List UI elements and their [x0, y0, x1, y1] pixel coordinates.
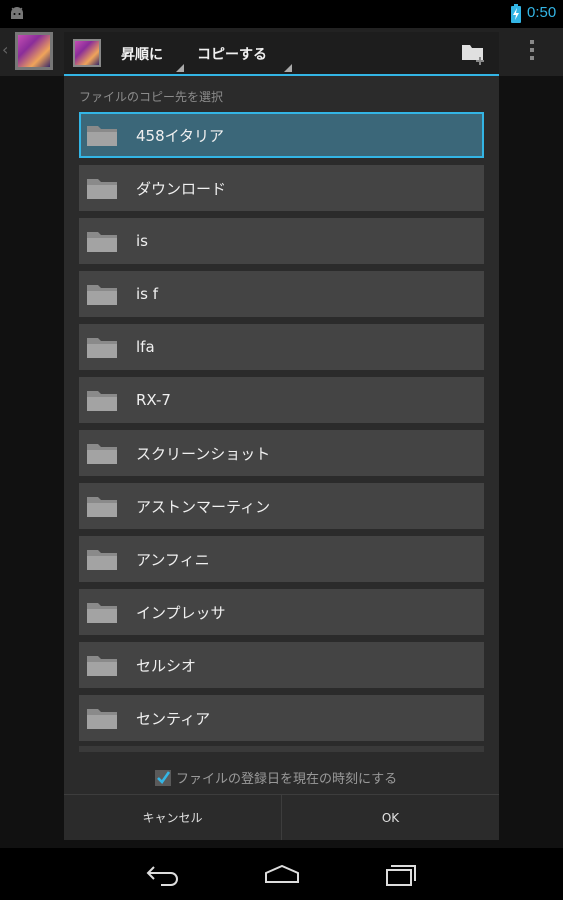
folder-icon [87, 444, 117, 464]
operation-label: コピーする [197, 47, 267, 63]
copy-destination-dialog: 昇順に コピーする ファイルのコピー先を選択 458イタリア ダウンロード is is… [64, 32, 499, 840]
folder-icon [87, 603, 117, 623]
dialog-button-bar: キャンセル OK [64, 794, 499, 840]
dialog-subtitle: ファイルのコピー先を選択 [79, 90, 224, 104]
status-clock: 0:50 [527, 4, 557, 21]
folder-icon [87, 550, 117, 570]
folder-icon [87, 656, 117, 676]
folder-icon [87, 497, 117, 517]
sort-order-spinner[interactable]: 昇順に [121, 32, 184, 76]
background-app-icon[interactable] [15, 32, 53, 70]
folder-name: lfa [136, 338, 155, 356]
ok-button[interactable]: OK [281, 795, 499, 840]
checkbox-checked-icon[interactable] [155, 769, 171, 786]
folder-row[interactable]: is f [79, 271, 484, 317]
folder-list[interactable]: 458イタリア ダウンロード is is f lfa RX-7 スクリーンショット アストンマ… [79, 112, 484, 752]
navigation-bar [0, 848, 563, 900]
battery-charging-icon [511, 4, 521, 23]
overflow-menu-icon[interactable] [527, 40, 537, 64]
folder-row[interactable]: セルシオ [79, 642, 484, 688]
cancel-button[interactable]: キャンセル [64, 795, 281, 840]
folder-row[interactable]: センティア [79, 695, 484, 741]
folder-name: アストンマーティン [136, 497, 271, 516]
folder-row[interactable]: RX-7 [79, 377, 484, 423]
folder-name: セルシオ [136, 656, 197, 675]
app-icon [73, 39, 101, 67]
folder-icon [87, 126, 117, 146]
folder-name: 458イタリア [136, 126, 225, 145]
up-chevron-icon[interactable]: ‹ [2, 40, 8, 59]
folder-row[interactable]: インプレッサ [79, 589, 484, 635]
folder-name: スクリーンショット [136, 444, 271, 463]
folder-row[interactable]: アンフィニ [79, 536, 484, 582]
folder-row[interactable]: ダウンロード [79, 165, 484, 211]
folder-icon [87, 338, 117, 358]
folder-row[interactable]: lfa [79, 324, 484, 370]
folder-row[interactable]: is [79, 218, 484, 264]
update-date-checkbox-row[interactable]: ファイルの登録日を現在の時刻にする [155, 768, 397, 787]
folder-name: アンフィニ [136, 550, 210, 569]
dropdown-triangle-icon [176, 64, 184, 72]
folder-row[interactable]: アストンマーティン [79, 483, 484, 529]
update-date-checkbox-label: ファイルの登録日を現在の時刻にする [176, 772, 398, 787]
recent-apps-icon[interactable] [385, 862, 417, 886]
dialog-action-bar: 昇順に コピーする [64, 32, 499, 76]
folder-name: is [136, 232, 148, 250]
folder-icon [87, 285, 117, 305]
back-icon[interactable] [145, 864, 181, 886]
status-bar: 0:50 [0, 0, 563, 28]
operation-spinner[interactable]: コピーする [197, 32, 292, 76]
new-folder-icon[interactable] [460, 40, 486, 66]
folder-icon [87, 179, 117, 199]
folder-row[interactable]: 458イタリア [79, 112, 484, 158]
folder-name: ダウンロード [136, 179, 227, 198]
folder-icon [87, 709, 117, 729]
folder-row[interactable]: スクリーンショット [79, 430, 484, 476]
home-icon[interactable] [264, 865, 300, 883]
android-icon [11, 7, 23, 19]
folder-name: センティア [136, 709, 211, 728]
folder-name: is f [136, 285, 159, 303]
sort-order-label: 昇順に [121, 47, 163, 63]
folder-name: インプレッサ [136, 603, 226, 622]
folder-name: RX-7 [136, 391, 171, 409]
folder-icon [87, 391, 117, 411]
folder-list-next-row-edge [79, 746, 484, 752]
folder-icon [87, 232, 117, 252]
dropdown-triangle-icon [284, 64, 292, 72]
